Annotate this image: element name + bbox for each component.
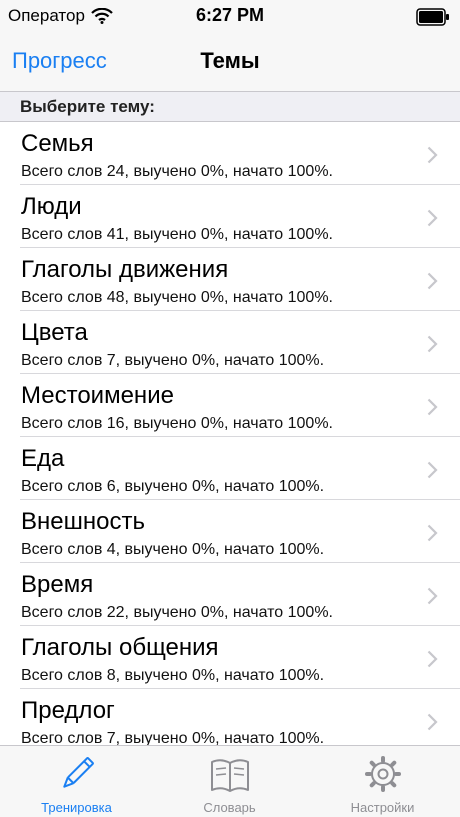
chevron-right-icon	[427, 272, 438, 290]
section-header: Выберите тему:	[0, 92, 460, 122]
topic-stats: Всего слов 48, выучено 0%, начато 100%.	[21, 289, 333, 306]
tab-dictionary[interactable]: Словарь	[153, 746, 306, 817]
chevron-right-icon	[427, 713, 438, 731]
topic-row[interactable]: Глаголы общения Всего слов 8, выучено 0%…	[0, 626, 460, 689]
topic-stats: Всего слов 7, выучено 0%, начато 100%.	[21, 352, 325, 369]
topic-stats: Всего слов 41, выучено 0%, начато 100%.	[21, 226, 333, 243]
navigation-bar: Прогресс Темы	[0, 36, 460, 92]
topic-stats: Всего слов 16, выучено 0%, начато 100%.	[21, 415, 333, 432]
chevron-right-icon	[427, 335, 438, 353]
topic-title: Семья	[21, 130, 94, 157]
topic-title: Еда	[21, 445, 65, 472]
tab-bar: Тренировка Словарь Настройки	[0, 745, 460, 817]
chevron-right-icon	[427, 398, 438, 416]
topic-row[interactable]: Время Всего слов 22, выучено 0%, начато …	[0, 563, 460, 626]
topic-title: Местоимение	[21, 382, 174, 409]
topic-stats: Всего слов 24, выучено 0%, начато 100%.	[21, 163, 333, 180]
status-time: 6:27 PM	[195, 5, 265, 25]
topic-stats: Всего слов 4, выучено 0%, начато 100%.	[21, 541, 325, 558]
topic-stats: Всего слов 8, выучено 0%, начато 100%.	[21, 667, 325, 684]
section-header-label: Выберите тему:	[20, 97, 155, 116]
status-bar: Оператор 6:27 PM	[0, 0, 460, 36]
topic-row[interactable]: Внешность Всего слов 4, выучено 0%, нача…	[0, 500, 460, 563]
topic-title: Внешность	[21, 508, 145, 535]
topic-title: Время	[21, 571, 94, 598]
tab-settings-label: Настройки	[350, 800, 415, 815]
topic-stats: Всего слов 6, выучено 0%, начато 100%.	[21, 478, 325, 495]
topic-title: Глаголы общения	[21, 634, 219, 661]
tab-training[interactable]: Тренировка	[0, 746, 153, 817]
chevron-right-icon	[427, 146, 438, 164]
tab-training-label: Тренировка	[41, 800, 112, 815]
gear-icon	[364, 756, 401, 792]
chevron-right-icon	[427, 209, 438, 227]
tab-dictionary-label: Словарь	[203, 800, 256, 815]
topic-stats: Всего слов 7, выучено 0%, начато 100%.	[21, 730, 325, 745]
book-icon	[210, 759, 249, 792]
topic-title: Люди	[21, 193, 82, 220]
chevron-right-icon	[427, 524, 438, 542]
topic-row[interactable]: Люди Всего слов 41, выучено 0%, начато 1…	[0, 185, 460, 248]
topic-title: Глаголы движения	[21, 256, 229, 283]
topic-title: Предлог	[21, 697, 115, 724]
tab-settings[interactable]: Настройки	[306, 746, 459, 817]
pencil-icon	[62, 757, 94, 788]
topic-title: Цвета	[21, 319, 88, 346]
topic-stats: Всего слов 22, выучено 0%, начато 100%.	[21, 604, 333, 621]
topic-row[interactable]: Еда Всего слов 6, выучено 0%, начато 100…	[0, 437, 460, 500]
chevron-right-icon	[427, 461, 438, 479]
topic-row[interactable]: Цвета Всего слов 7, выучено 0%, начато 1…	[0, 311, 460, 374]
topic-row[interactable]: Предлог Всего слов 7, выучено 0%, начато…	[0, 689, 460, 745]
battery-icon	[416, 8, 449, 26]
chevron-right-icon	[427, 587, 438, 605]
topic-list[interactable]: Семья Всего слов 24, выучено 0%, начато …	[0, 122, 460, 745]
chevron-right-icon	[427, 650, 438, 668]
topic-row[interactable]: Местоимение Всего слов 16, выучено 0%, н…	[0, 374, 460, 437]
topic-row[interactable]: Глаголы движения Всего слов 48, выучено …	[0, 248, 460, 311]
topic-row[interactable]: Семья Всего слов 24, выучено 0%, начато …	[0, 122, 460, 185]
page-title: Темы	[200, 48, 260, 73]
